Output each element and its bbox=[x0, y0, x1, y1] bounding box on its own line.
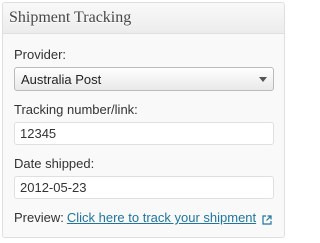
shipment-tracking-metabox: Shipment Tracking Provider: Australia Po… bbox=[2, 2, 285, 238]
metabox-title: Shipment Tracking bbox=[9, 9, 132, 26]
date-shipped-label: Date shipped: bbox=[14, 156, 95, 171]
preview-row: Preview: Click here to track your shipme… bbox=[14, 210, 274, 226]
metabox-header[interactable]: Shipment Tracking bbox=[3, 3, 284, 34]
external-link-icon[interactable] bbox=[262, 213, 272, 225]
tracking-number-label: Tracking number/link: bbox=[14, 102, 138, 117]
metabox-content: Provider: Australia Post Tracking number… bbox=[3, 47, 284, 226]
preview-label: Preview: bbox=[14, 210, 64, 225]
chevron-down-icon bbox=[259, 76, 267, 82]
provider-select[interactable]: Australia Post bbox=[14, 67, 274, 91]
date-shipped-input[interactable] bbox=[14, 176, 274, 199]
provider-label: Provider: bbox=[14, 47, 67, 62]
tracking-number-input[interactable] bbox=[14, 122, 274, 145]
provider-select-value: Australia Post bbox=[21, 71, 102, 87]
track-shipment-link[interactable]: Click here to track your shipment bbox=[67, 210, 256, 226]
